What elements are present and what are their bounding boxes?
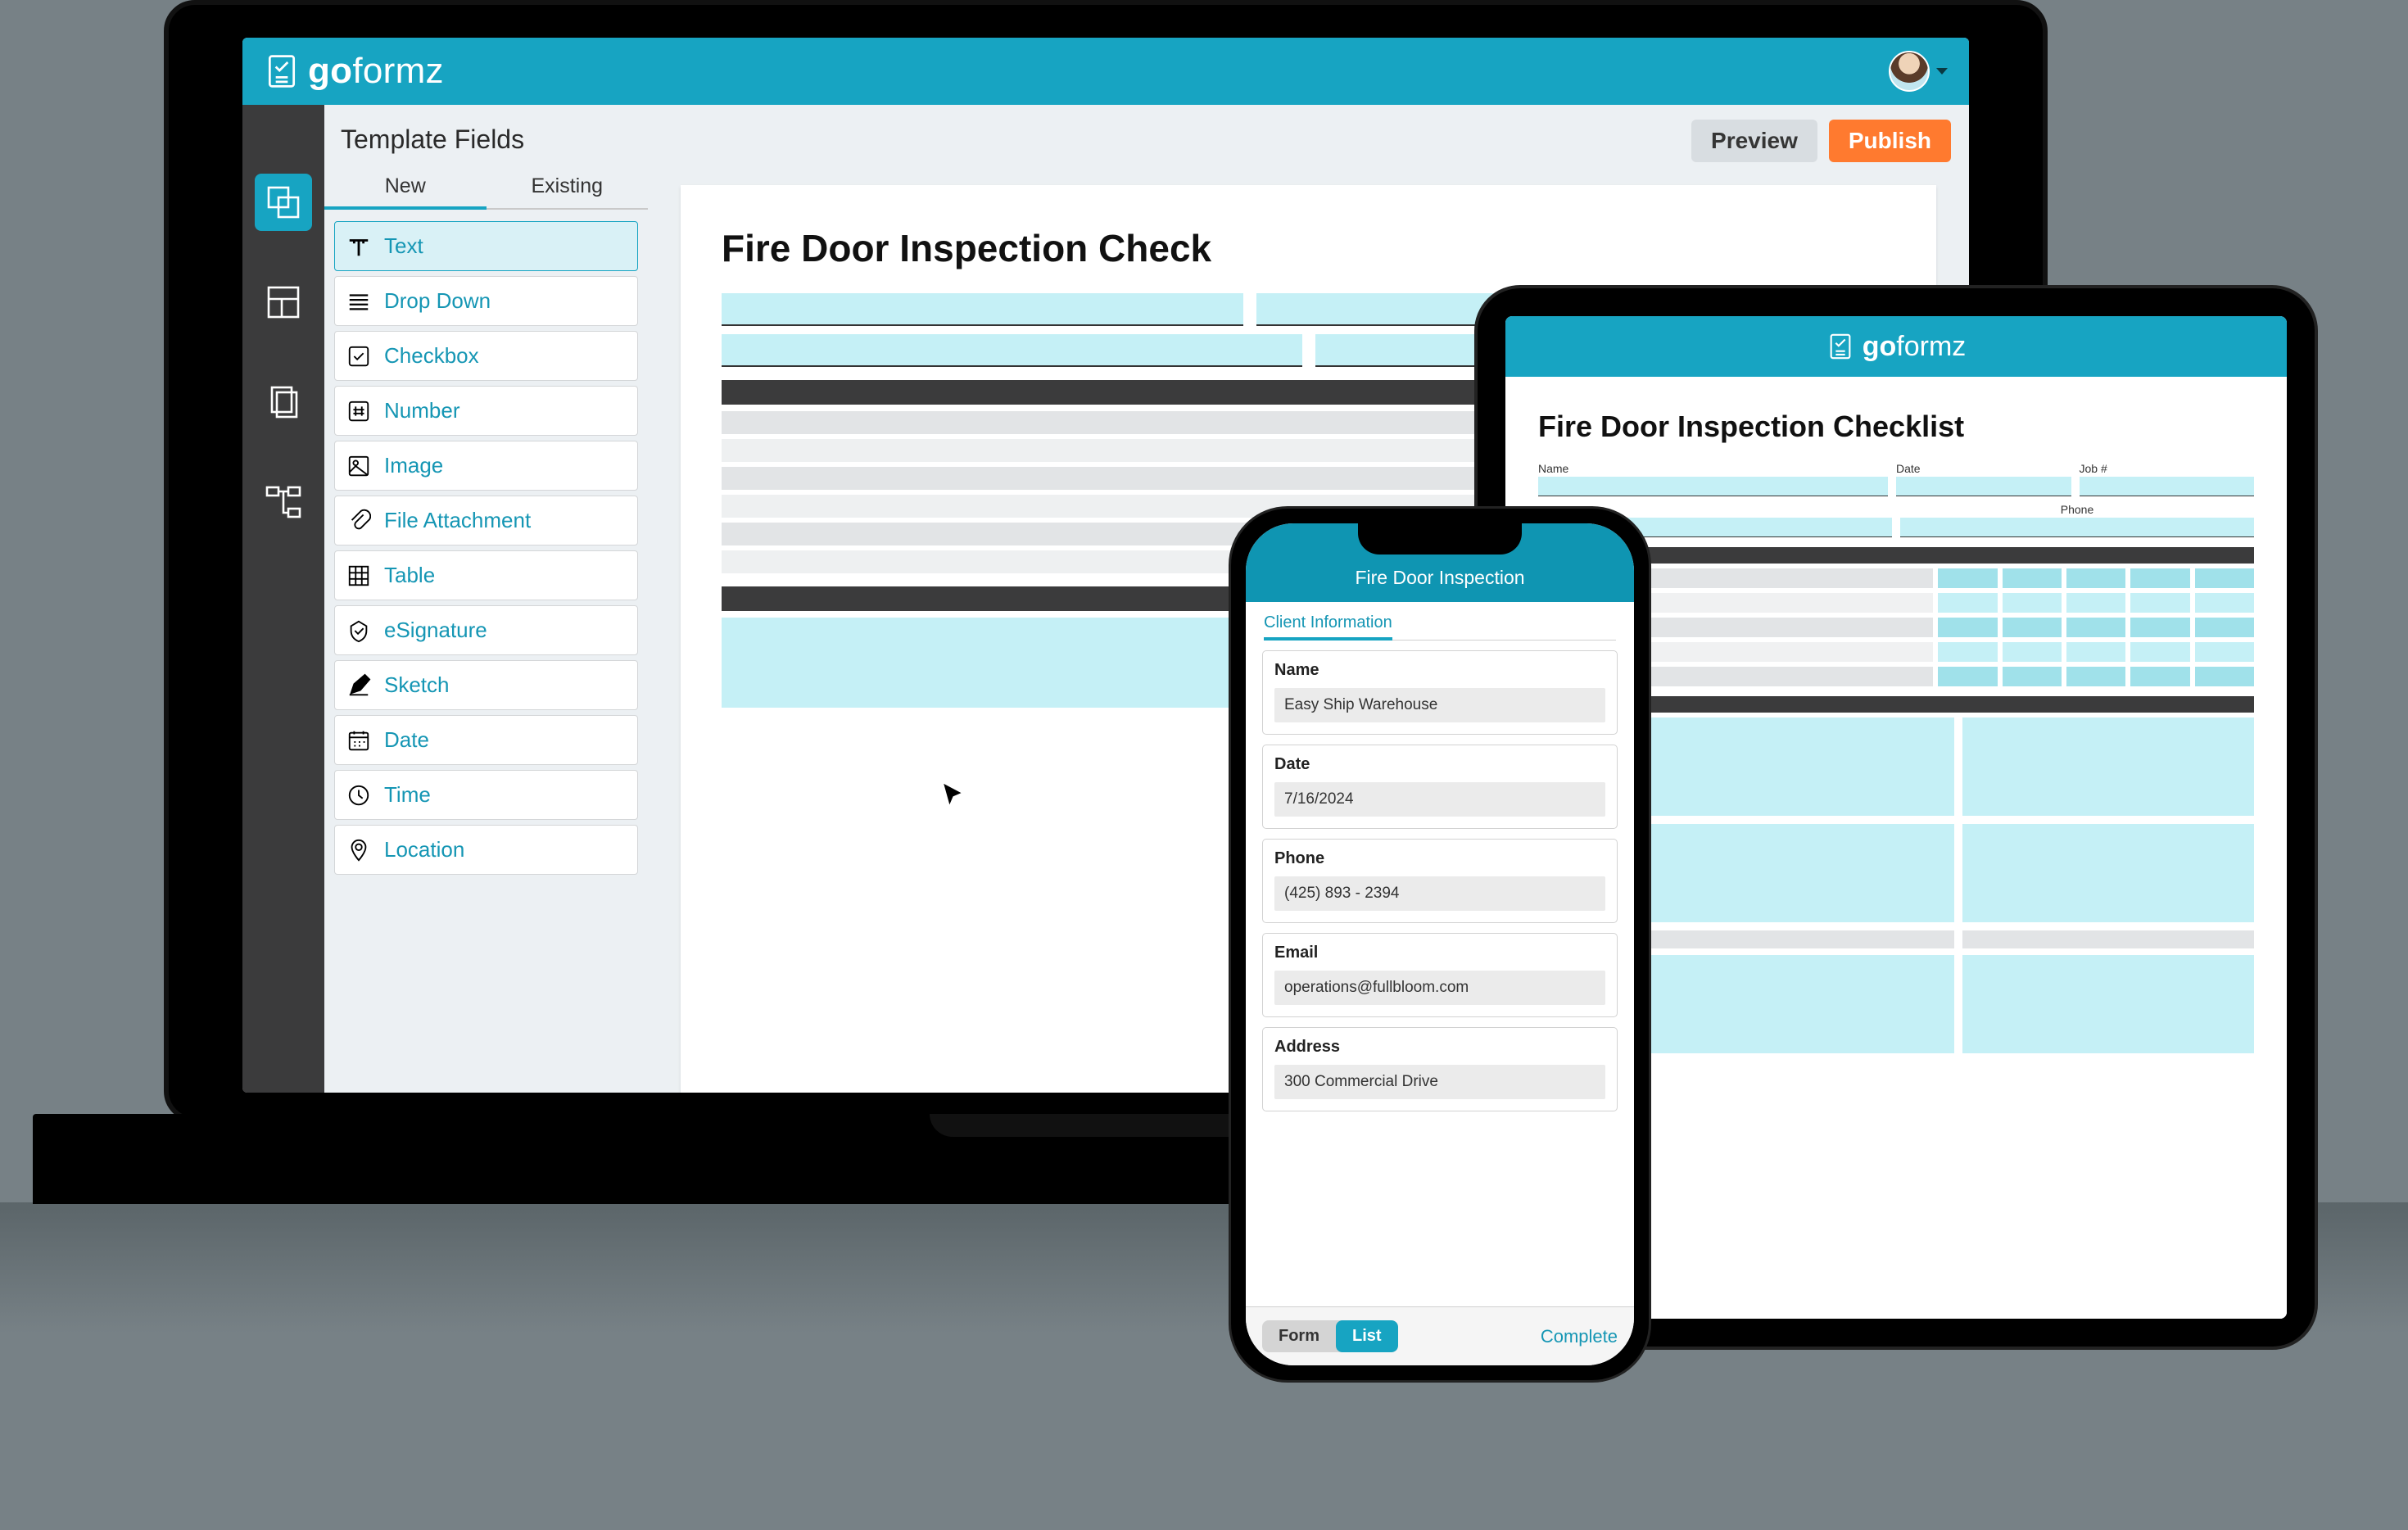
phone-field-label: Address xyxy=(1274,1038,1605,1057)
logo-icon xyxy=(1826,333,1854,360)
phone-field[interactable]: Name Easy Ship Warehouse xyxy=(1262,650,1618,735)
field-type-location[interactable]: Location xyxy=(334,825,638,875)
field-label-phone: Phone xyxy=(1900,503,2254,516)
phone-field-label: Date xyxy=(1274,755,1605,774)
tab-new[interactable]: New xyxy=(324,166,487,210)
field-label-name: Name xyxy=(1538,462,1888,475)
doc-title: Fire Door Inspection Checklist xyxy=(1538,410,2254,444)
phone-field-value[interactable]: Easy Ship Warehouse xyxy=(1274,688,1605,722)
field-label-date: Date xyxy=(1896,462,2071,475)
nav-pages[interactable] xyxy=(255,373,312,431)
field-label-job: Job # xyxy=(2080,462,2255,475)
phone-field-value[interactable]: operations@fullbloom.com xyxy=(1274,971,1605,1005)
field-type-time[interactable]: Time xyxy=(334,770,638,820)
phone-field[interactable]: Date 7/16/2024 xyxy=(1262,745,1618,829)
desktop-topbar: goformz xyxy=(242,38,1969,105)
avatar-menu-caret[interactable] xyxy=(1936,68,1948,75)
brand-name: goformz xyxy=(308,51,444,92)
logo-icon xyxy=(264,53,300,89)
fields-panel: Template Fields New Existing Text Drop D… xyxy=(324,105,648,1093)
panel-title: Template Fields xyxy=(324,105,648,166)
field-type-number[interactable]: Number xyxy=(334,386,638,436)
field-type-dropdown[interactable]: Drop Down xyxy=(334,276,638,326)
field-type-date[interactable]: Date xyxy=(334,715,638,765)
doc-title: Fire Door Inspection Check xyxy=(722,226,1895,270)
section-header: Client Information xyxy=(1246,602,1634,641)
phone-field-value[interactable]: 7/16/2024 xyxy=(1274,782,1605,817)
phone-field[interactable]: Email operations@fullbloom.com xyxy=(1262,933,1618,1017)
field-type-list: Text Drop Down Checkbox Number Image Fil… xyxy=(324,210,648,886)
phone-field-value[interactable]: (425) 893 - 2394 xyxy=(1274,876,1605,911)
field-type-sketch[interactable]: Sketch xyxy=(334,660,638,710)
phone-field-label: Email xyxy=(1274,944,1605,962)
left-nav xyxy=(242,105,324,1093)
tab-existing[interactable]: Existing xyxy=(487,166,649,208)
field-type-text[interactable]: Text xyxy=(334,221,638,271)
phone-bottom-bar: Form List Complete xyxy=(1246,1306,1634,1365)
phone-app: Fire Door Inspection Client Information … xyxy=(1246,523,1634,1365)
phone-field-list: Name Easy Ship Warehouse Date 7/16/2024 Phon… xyxy=(1246,641,1634,1306)
brand-name: goformz xyxy=(1863,331,1967,363)
field-type-file[interactable]: File Attachment xyxy=(334,496,638,545)
phone-field-label: Phone xyxy=(1274,849,1605,868)
section-title: Client Information xyxy=(1264,613,1392,641)
toggle-list[interactable]: List xyxy=(1336,1320,1398,1352)
field-type-checkbox[interactable]: Checkbox xyxy=(334,331,638,381)
nav-logic[interactable] xyxy=(255,473,312,531)
preview-button[interactable]: Preview xyxy=(1691,120,1817,162)
phone-field[interactable]: Phone (425) 893 - 2394 xyxy=(1262,839,1618,923)
brand-logo: goformz xyxy=(264,51,444,92)
nav-fields[interactable] xyxy=(255,174,312,231)
avatar[interactable] xyxy=(1889,51,1930,92)
phone-title: Fire Door Inspection xyxy=(1355,567,1524,589)
publish-button[interactable]: Publish xyxy=(1829,120,1951,162)
phone-field[interactable]: Address 300 Commercial Drive xyxy=(1262,1027,1618,1111)
phone-field-value[interactable]: 300 Commercial Drive xyxy=(1274,1065,1605,1099)
complete-button[interactable]: Complete xyxy=(1541,1326,1618,1347)
field-type-table[interactable]: Table xyxy=(334,550,638,600)
field-type-esignature[interactable]: eSignature xyxy=(334,605,638,655)
nav-layout[interactable] xyxy=(255,274,312,331)
phone-device: Fire Door Inspection Client Information … xyxy=(1229,506,1651,1383)
panel-tabs: New Existing xyxy=(324,166,648,210)
phone-notch xyxy=(1358,523,1522,555)
tablet-topbar: goformz xyxy=(1505,316,2287,377)
view-toggle: Form List xyxy=(1262,1320,1398,1352)
toggle-form[interactable]: Form xyxy=(1262,1320,1336,1352)
phone-field-label: Name xyxy=(1274,661,1605,680)
field-type-image[interactable]: Image xyxy=(334,441,638,491)
